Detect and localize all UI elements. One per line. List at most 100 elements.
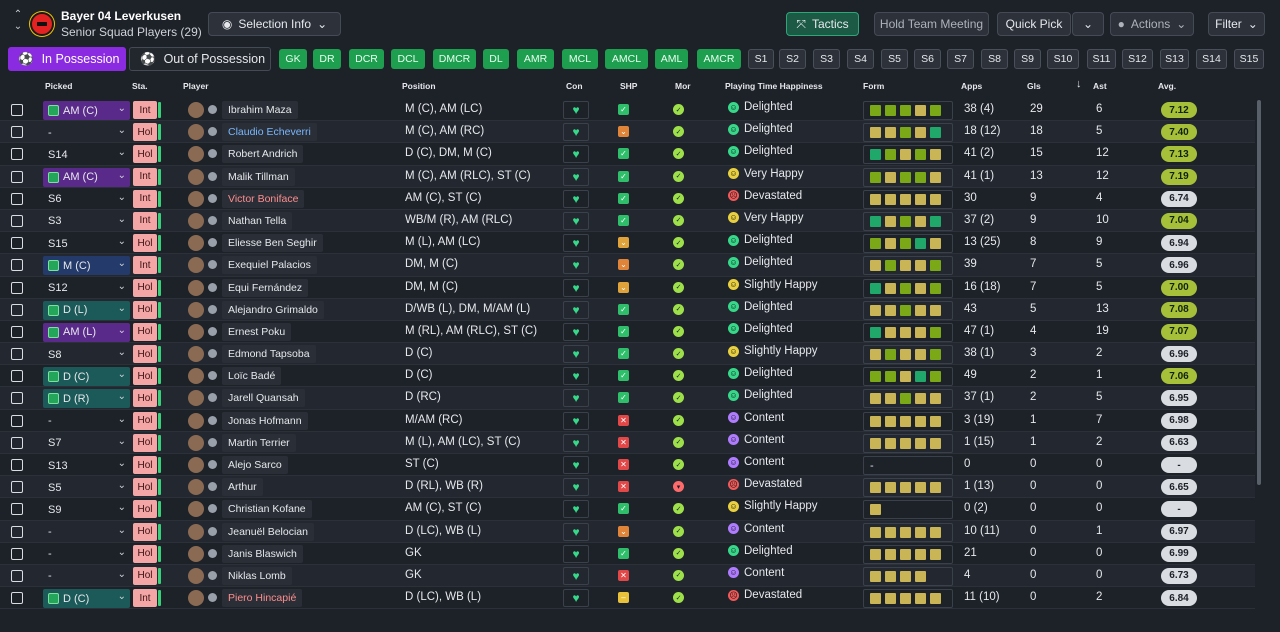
set-button[interactable]: S15 [1234,49,1264,69]
player-name[interactable]: Nathan Tella [222,211,293,230]
position-button[interactable]: GK [279,49,307,69]
quick-pick-menu-button[interactable]: ⌄ [1072,12,1104,36]
row-checkbox[interactable] [11,592,23,605]
row-checkbox[interactable] [11,259,23,272]
position-button[interactable]: DR [313,49,341,69]
position-button[interactable]: DCR [349,49,384,69]
col-gls[interactable]: Gls [1027,81,1041,91]
player-name[interactable]: Equi Fernández [222,278,309,297]
col-position[interactable]: Position [402,81,436,91]
table-row[interactable]: - ⌄ Hol Jonas Hofmann M/AM (RC) ♥ ✕ ✓ ☺ Content 3 … [0,410,1255,432]
picked-selector[interactable]: S7 ⌄ [43,434,130,453]
picked-selector[interactable]: AM (C) ⌄ [43,167,130,187]
scrollbar[interactable] [1257,100,1261,485]
col-con[interactable]: Con [566,81,583,91]
hold-team-meeting-button[interactable]: Hold Team Meeting [874,12,989,36]
row-checkbox[interactable] [11,569,23,582]
set-button[interactable]: S5 [881,49,908,69]
player-name[interactable]: Martin Terrier [222,433,296,452]
position-button[interactable]: DMCR [433,49,476,69]
player-name[interactable]: Arthur [222,478,263,497]
set-button[interactable]: S6 [914,49,941,69]
set-button[interactable]: S8 [981,49,1008,69]
quick-pick-button[interactable]: Quick Pick [997,12,1071,36]
picked-selector[interactable]: - ⌄ [43,523,130,542]
col-picked[interactable]: Picked [45,81,72,91]
table-row[interactable]: D (L) ⌄ Hol Alejandro Grimaldo D/WB (L), DM,… [0,298,1255,321]
row-checkbox[interactable] [11,547,23,560]
table-row[interactable]: - ⌄ Hol Jeanuël Belocian D (LC), WB (L) ♥ ⌄ ✓ ☺ C… [0,520,1255,543]
table-row[interactable]: S8 ⌄ Hol Edmond Tapsoba D (C) ♥ ✓ ✓ ☺ Slightly Ha… [0,343,1255,366]
position-button[interactable]: DCL [391,49,425,69]
row-checkbox[interactable] [11,348,23,361]
table-row[interactable]: S12 ⌄ Hol Equi Fernández DM, M (C) ♥ ⌄ ✓ ☺ Slight… [0,277,1255,299]
position-button[interactable]: AMR [517,49,554,69]
player-name[interactable]: Jarell Quansah [222,389,305,408]
picked-selector[interactable]: S3 ⌄ [43,212,130,231]
picked-selector[interactable]: D (C) ⌄ [43,589,130,609]
set-button[interactable]: S9 [1014,49,1041,69]
table-row[interactable]: AM (C) ⌄ Int Malik Tillman M (C), AM (RLC), … [0,165,1255,188]
col-form[interactable]: Form [863,81,884,91]
row-checkbox[interactable] [11,392,23,405]
row-checkbox[interactable] [11,237,23,250]
set-button[interactable]: S2 [779,49,806,69]
picked-selector[interactable]: S9 ⌄ [43,500,130,519]
player-name[interactable]: Alejo Sarco [222,456,288,474]
picked-selector[interactable]: S13 ⌄ [43,456,130,475]
picked-selector[interactable]: S6 ⌄ [43,190,130,209]
actions-dropdown[interactable]: ● Actions ⌄ [1110,12,1194,36]
col-playing-time[interactable]: Playing Time Happiness [725,81,823,91]
table-row[interactable]: D (C) ⌄ Int Piero Hincapié D (LC), WB (L) ♥ – ✓… [0,587,1255,610]
table-row[interactable]: - ⌄ Hol Claudio Echeverri M (C), AM (RC) ♥ ⌄ ✓ ☺… [0,121,1255,144]
picked-selector[interactable]: M (C) ⌄ [43,256,130,276]
picked-selector[interactable]: S5 ⌄ [43,478,130,497]
picked-selector[interactable]: - ⌄ [43,545,130,564]
col-player[interactable]: Player [183,81,209,91]
player-name[interactable]: Malik Tillman [222,167,295,186]
table-row[interactable]: AM (C) ⌄ Int Ibrahim Maza M (C), AM (LC) ♥ ✓ ✓ ☺… [0,99,1255,122]
col-sta[interactable]: Sta. [132,81,148,91]
row-checkbox[interactable] [11,170,23,183]
player-name[interactable]: Victor Boniface [222,189,305,208]
set-button[interactable]: S11 [1087,49,1116,69]
chevron-up-down-icon[interactable]: ⌃ ⌄ [12,9,24,33]
table-row[interactable]: D (C) ⌄ Hol Loïc Badé D (C) ♥ ✓ ✓ ☺ Delighted 49 2 1… [0,365,1255,388]
table-row[interactable]: S13 ⌄ Hol Alejo Sarco ST (C) ♥ ✕ ✓ ☺ Content - 0 0 0 - [0,454,1255,477]
picked-selector[interactable]: - ⌄ [43,412,130,431]
position-button[interactable]: AMCR [697,49,741,69]
picked-selector[interactable]: AM (L) ⌄ [43,322,130,342]
picked-selector[interactable]: - ⌄ [43,567,130,586]
table-row[interactable]: M (C) ⌄ Int Exequiel Palacios DM, M (C) ♥ ⌄ ✓ ☺ D… [0,254,1255,277]
position-button[interactable]: AMCL [605,49,648,69]
row-checkbox[interactable] [11,281,23,294]
player-name[interactable]: Eliesse Ben Seghir [222,234,323,253]
row-checkbox[interactable] [11,126,23,139]
player-name[interactable]: Piero Hincapié [222,589,303,608]
table-row[interactable]: - ⌄ Hol Janis Blaswich GK ♥ ✓ ✓ ☺ Delighted 21 0 0 6.… [0,543,1255,565]
tactics-button[interactable]: ⤧ Tactics [786,12,859,36]
set-button[interactable]: S10 [1047,49,1079,69]
picked-selector[interactable]: S14 ⌄ [43,145,130,164]
sort-down-icon[interactable]: ↓ [1076,78,1082,90]
filter-dropdown[interactable]: Filter ⌄ [1208,12,1265,36]
table-row[interactable]: AM (L) ⌄ Hol Ernest Poku M (RL), AM (RLC), S… [0,321,1255,344]
set-button[interactable]: S3 [813,49,840,69]
player-name[interactable]: Christian Kofane [222,500,312,519]
table-row[interactable]: S9 ⌄ Hol Christian Kofane AM (C), ST (C) ♥ ✓ ✓ ☺… [0,498,1255,521]
player-name[interactable]: Ernest Poku [222,322,292,341]
col-avg[interactable]: Avg. [1158,81,1176,91]
table-row[interactable]: - ⌄ Hol Niklas Lomb GK ♥ ✕ ✓ ☺ Content 4 0 0 6.73 [0,564,1255,588]
player-name[interactable]: Niklas Lomb [222,566,292,585]
player-name[interactable]: Exequiel Palacios [222,256,317,275]
row-checkbox[interactable] [11,481,23,494]
player-name[interactable]: Edmond Tapsoba [222,345,316,364]
squad-subtitle[interactable]: Senior Squad Players (29) [61,25,202,39]
position-button[interactable]: AML [655,49,688,69]
picked-selector[interactable]: AM (C) ⌄ [43,101,130,120]
player-name[interactable]: Jeanuël Belocian [222,522,314,541]
set-button[interactable]: S4 [847,49,874,69]
row-checkbox[interactable] [11,325,23,338]
player-name[interactable]: Loïc Badé [222,367,282,386]
row-checkbox[interactable] [11,503,23,516]
